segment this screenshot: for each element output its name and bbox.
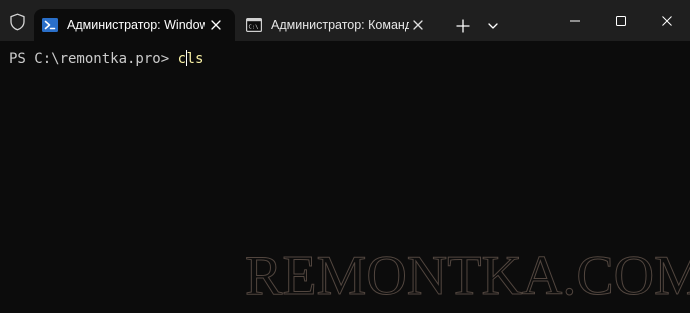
minimize-button[interactable] [552, 0, 598, 41]
powershell-icon [42, 18, 58, 32]
tab-title: Администратор: Командная строка [271, 18, 409, 32]
watermark: REMONTKA.COM [245, 245, 690, 308]
prompt: PS C:\remontka.pro> [9, 51, 178, 67]
terminal-window: Администратор: Windows PowerShell C:\ Ад… [0, 0, 690, 313]
cmd-icon: C:\ [246, 18, 262, 32]
terminal-content[interactable]: PS C:\remontka.pro> cls REMONTKA.COM [0, 41, 690, 313]
close-icon[interactable] [410, 17, 426, 33]
chevron-down-icon[interactable] [482, 15, 504, 37]
command-text-end: ls [186, 51, 204, 67]
shield-icon [10, 13, 25, 31]
maximize-button[interactable] [598, 0, 644, 41]
maximize-icon [616, 16, 626, 26]
tab-powershell[interactable]: Администратор: Windows PowerShell [34, 9, 235, 41]
plus-icon[interactable] [452, 15, 474, 37]
close-icon[interactable] [208, 17, 224, 33]
svg-text:C:\: C:\ [249, 25, 259, 31]
tab-cmd[interactable]: C:\ Администратор: Командная строка [238, 9, 438, 41]
minimize-icon [570, 20, 580, 22]
close-icon [662, 16, 672, 26]
tab-title: Администратор: Windows PowerShell [67, 18, 205, 32]
title-bar[interactable]: Администратор: Windows PowerShell C:\ Ад… [0, 0, 690, 41]
close-window-button[interactable] [644, 0, 690, 41]
command-line: PS C:\remontka.pro> cls [9, 49, 203, 69]
